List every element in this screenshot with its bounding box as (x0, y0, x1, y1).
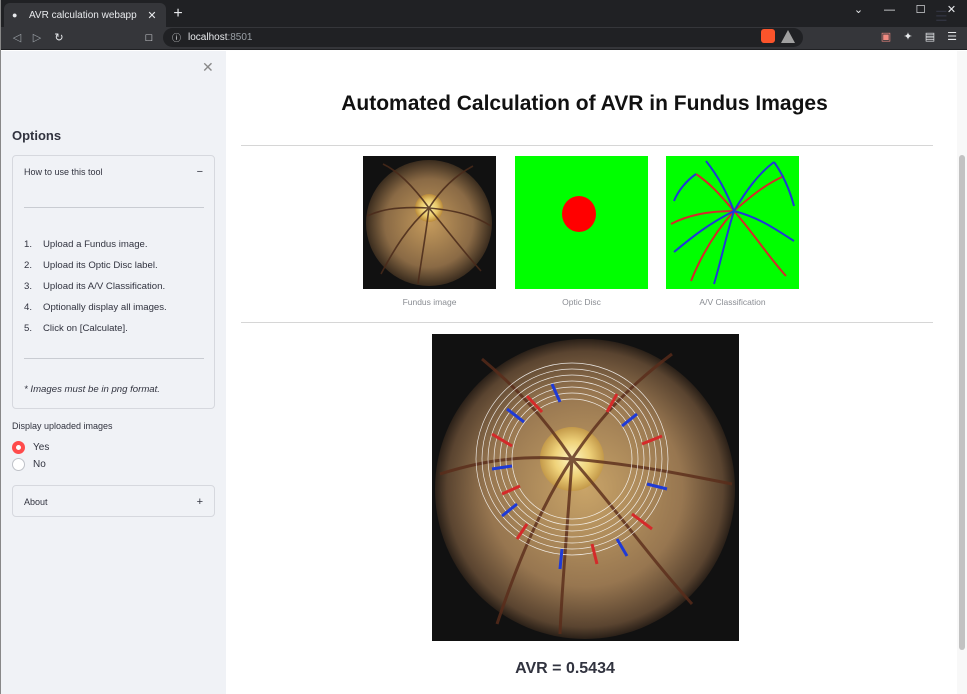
list-item: 3. Upload its A/V Classification. (24, 281, 166, 292)
about-title: About (24, 497, 48, 507)
new-tab-icon[interactable]: + (171, 5, 185, 23)
streamlit-favicon-icon: ● (12, 10, 18, 20)
url-port: :8501 (227, 32, 253, 43)
scrollbar-thumb[interactable] (959, 155, 965, 650)
expand-icon: + (196, 496, 203, 508)
extensions-icon[interactable]: ✦ (901, 30, 915, 44)
list-item: 4. Optionally display all images. (24, 302, 167, 313)
av-classification-caption: A/V Classification (699, 297, 766, 307)
maximize-icon[interactable]: ☐ (905, 0, 936, 20)
app-menu-icon[interactable]: ☰ (935, 8, 948, 25)
picture-in-picture-icon[interactable]: ▣ (879, 30, 893, 44)
about-expander: About + (12, 485, 215, 517)
sidebar-close-icon[interactable]: ✕ (202, 59, 214, 76)
avr-result-graphic (432, 334, 739, 641)
tab-search-icon[interactable]: ⌄ (843, 0, 874, 20)
list-item: 5. Click on [Calculate]. (24, 323, 128, 334)
steps-list: 1. Upload a Fundus image. 2. Upload its Op… (24, 238, 167, 343)
browser-tab[interactable]: ● AVR calculation webapp ✕ (4, 3, 166, 27)
window-border (0, 0, 1, 694)
browser-chrome: ● AVR calculation webapp ✕ + ⌄ — ☐ ✕ ◁ ▷… (0, 0, 967, 50)
toolbar-actions: ▣ ✦ ▤ ☰ (879, 30, 959, 44)
url-host: localhost (188, 32, 228, 43)
av-classification-graphic (666, 156, 799, 289)
brave-shields-icon[interactable] (761, 29, 775, 43)
divider (241, 322, 933, 323)
address-bar[interactable]: ⓘ localhost :8501 (163, 28, 803, 47)
fundus-image (363, 156, 496, 289)
fundus-caption: Fundus image (402, 297, 457, 307)
wallet-icon[interactable]: ▤ (923, 30, 937, 44)
forward-icon[interactable]: ▷ (29, 30, 45, 46)
reload-icon[interactable]: ↻ (51, 30, 67, 46)
optic-disc-graphic (515, 156, 648, 289)
how-to-expander-header[interactable]: How to use this tool − (13, 156, 214, 188)
collapse-icon: − (196, 166, 203, 178)
how-to-expander: How to use this tool − 1. Upload a Fundus… (12, 155, 215, 409)
tab-title: AVR calculation webapp (29, 9, 137, 21)
radio-yes[interactable]: Yes (12, 441, 49, 454)
radio-selected-icon (12, 441, 25, 454)
browser-toolbar: ◁ ▷ ↻ □ ⓘ localhost :8501 ▣ ✦ ▤ ☰ (0, 27, 967, 49)
format-note: * Images must be in png format. (24, 384, 160, 395)
list-item: 2. Upload its Optic Disc label. (24, 260, 158, 271)
divider (24, 207, 204, 208)
how-to-title: How to use this tool (24, 167, 103, 177)
sidebar: ✕ Options How to use this tool − 1. Uploa… (1, 51, 226, 694)
radio-no[interactable]: No (12, 458, 46, 471)
fundus-image-graphic (363, 156, 496, 289)
optic-disc-caption: Optic Disc (562, 297, 601, 307)
divider (241, 145, 933, 146)
optic-disc-image (515, 156, 648, 289)
browser-menu-icon[interactable]: ☰ (945, 30, 959, 44)
back-icon[interactable]: ◁ (9, 30, 25, 46)
tab-bar: ● AVR calculation webapp ✕ + ⌄ — ☐ ✕ (0, 0, 967, 27)
bookmark-icon[interactable]: □ (141, 30, 157, 46)
avr-result-image (432, 334, 739, 641)
site-info-icon[interactable]: ⓘ (172, 31, 184, 44)
sidebar-heading: Options (12, 128, 62, 143)
display-images-label: Display uploaded images (12, 421, 113, 431)
about-expander-header[interactable]: About + (13, 486, 214, 518)
list-item: 1. Upload a Fundus image. (24, 239, 148, 250)
divider (24, 358, 204, 359)
avr-result: AVR = 0.5434 (515, 660, 615, 677)
brave-rewards-icon[interactable] (781, 29, 795, 43)
av-classification-image (666, 156, 799, 289)
minimize-icon[interactable]: — (874, 0, 905, 20)
window-controls: ⌄ — ☐ ✕ (843, 0, 967, 20)
page-title: Automated Calculation of AVR in Fundus I… (341, 92, 828, 115)
close-tab-icon[interactable]: ✕ (146, 9, 158, 22)
radio-unselected-icon (12, 458, 25, 471)
omnibox-extensions (761, 29, 795, 43)
